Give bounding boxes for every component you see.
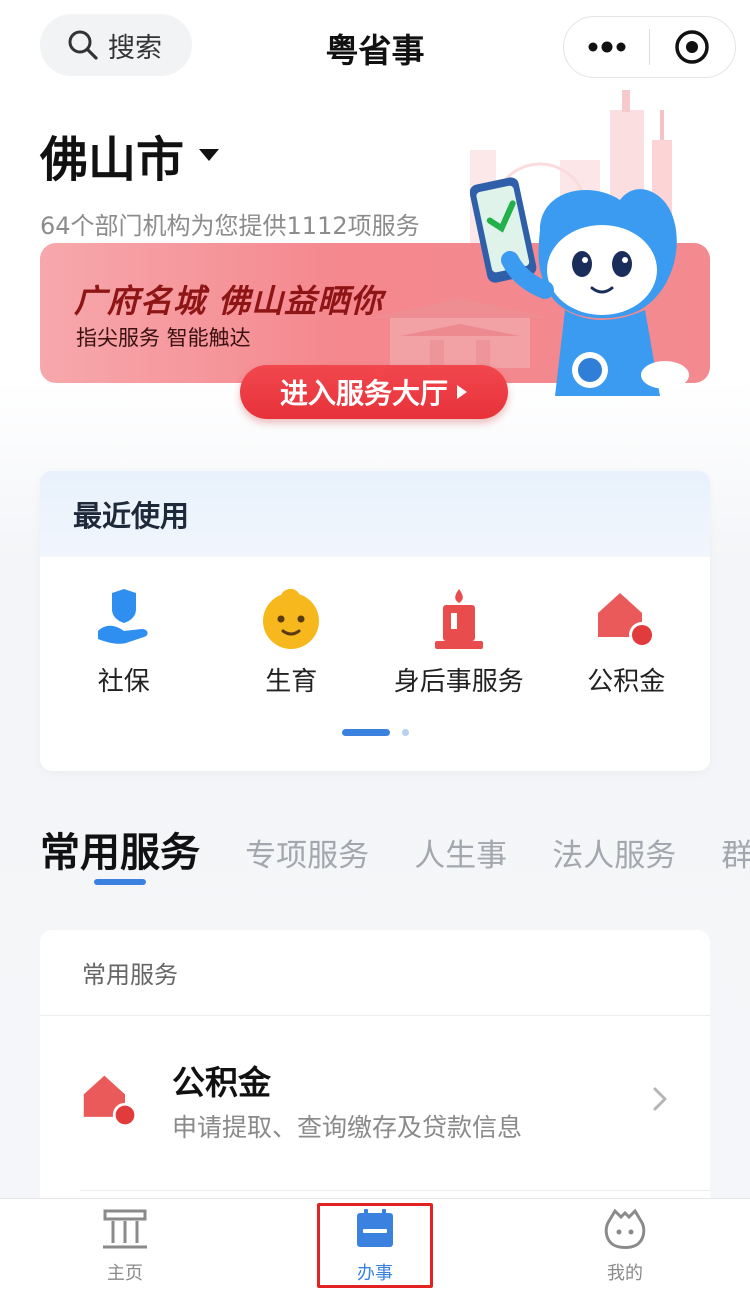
list-divider	[80, 1190, 710, 1191]
social-security-icon	[97, 589, 148, 644]
recent-item-label: 公积金	[587, 667, 666, 697]
tab-common-services[interactable]: 常用服务	[40, 820, 200, 878]
service-name: 公积金	[172, 1063, 271, 1102]
section-title: 常用服务	[40, 930, 710, 1016]
recent-item-funeral-service[interactable]: 身后事服务	[375, 587, 543, 698]
tabbar-label: 我的	[607, 1263, 643, 1284]
tab-groups[interactable]: 群体	[721, 830, 750, 875]
city-subtitle: 64个部门机构为您提供1112项服务	[40, 212, 420, 240]
recent-item-label: 身后事服务	[393, 667, 524, 697]
recent-use-list: 社保 生育 身后事服务 公积金	[40, 587, 710, 698]
triangle-right-icon	[457, 385, 467, 399]
active-tab-indicator	[94, 879, 146, 885]
service-item-housing-fund[interactable]: 公积金 申请提取、查询缴存及贷款信息	[40, 1040, 710, 1160]
city-name: 佛山市	[40, 132, 185, 188]
tabbar-label: 主页	[107, 1263, 143, 1284]
common-services-card: 常用服务 公积金 申请提取、查询缴存及贷款信息	[40, 930, 710, 1230]
top-navigation-bar: 搜索 粤省事	[0, 0, 750, 94]
more-dots-icon	[588, 41, 625, 53]
housing-fund-icon	[598, 593, 656, 648]
close-button[interactable]	[650, 16, 735, 78]
recent-item-birth[interactable]: 生育	[208, 587, 376, 698]
tabbar-item-home[interactable]: 主页	[55, 1207, 195, 1285]
pager-dot[interactable]	[402, 729, 409, 736]
tab-life-events[interactable]: 人生事	[414, 830, 507, 875]
menu-capsule	[563, 16, 736, 78]
carousel-pager	[342, 729, 409, 736]
candle-icon	[434, 589, 483, 649]
chevron-right-icon	[653, 1087, 667, 1111]
recent-use-title: 最近使用	[40, 471, 710, 557]
recent-item-housing-fund[interactable]: 公积金	[543, 587, 711, 698]
mascot-character-icon	[470, 177, 689, 396]
highlight-annotation-box	[317, 1203, 433, 1288]
baby-face-icon	[263, 588, 320, 649]
pager-dot-active	[342, 729, 390, 736]
enter-service-hall-button[interactable]: 进入服务大厅	[240, 365, 508, 419]
service-description: 申请提取、查询缴存及贷款信息	[172, 1113, 523, 1142]
city-selector[interactable]: 佛山市	[40, 120, 220, 190]
recent-item-label: 社保	[97, 667, 150, 697]
recent-use-card: 最近使用 社保 生育 身后事服务 公积金	[40, 471, 710, 771]
housing-fund-icon	[83, 1075, 138, 1128]
target-close-icon	[675, 30, 710, 64]
recent-item-label: 生育	[265, 667, 318, 697]
more-button[interactable]	[564, 16, 649, 78]
profile-icon	[604, 1208, 646, 1249]
banner-subtitle: 指尖服务 智能触达	[76, 326, 251, 350]
tabbar-item-mine[interactable]: 我的	[555, 1207, 695, 1285]
enter-service-hall-label: 进入服务大厅	[279, 377, 448, 410]
home-icon	[103, 1209, 147, 1249]
tab-special-services[interactable]: 专项服务	[245, 830, 369, 875]
caret-down-icon	[199, 149, 220, 161]
banner-title: 广府名城 佛山益晒你	[74, 282, 384, 320]
service-category-tabs: 常用服务 专项服务 人生事 法人服务 群体	[40, 820, 750, 890]
recent-item-social-security[interactable]: 社保	[40, 587, 208, 698]
tab-legal-entity-services[interactable]: 法人服务	[552, 830, 676, 875]
